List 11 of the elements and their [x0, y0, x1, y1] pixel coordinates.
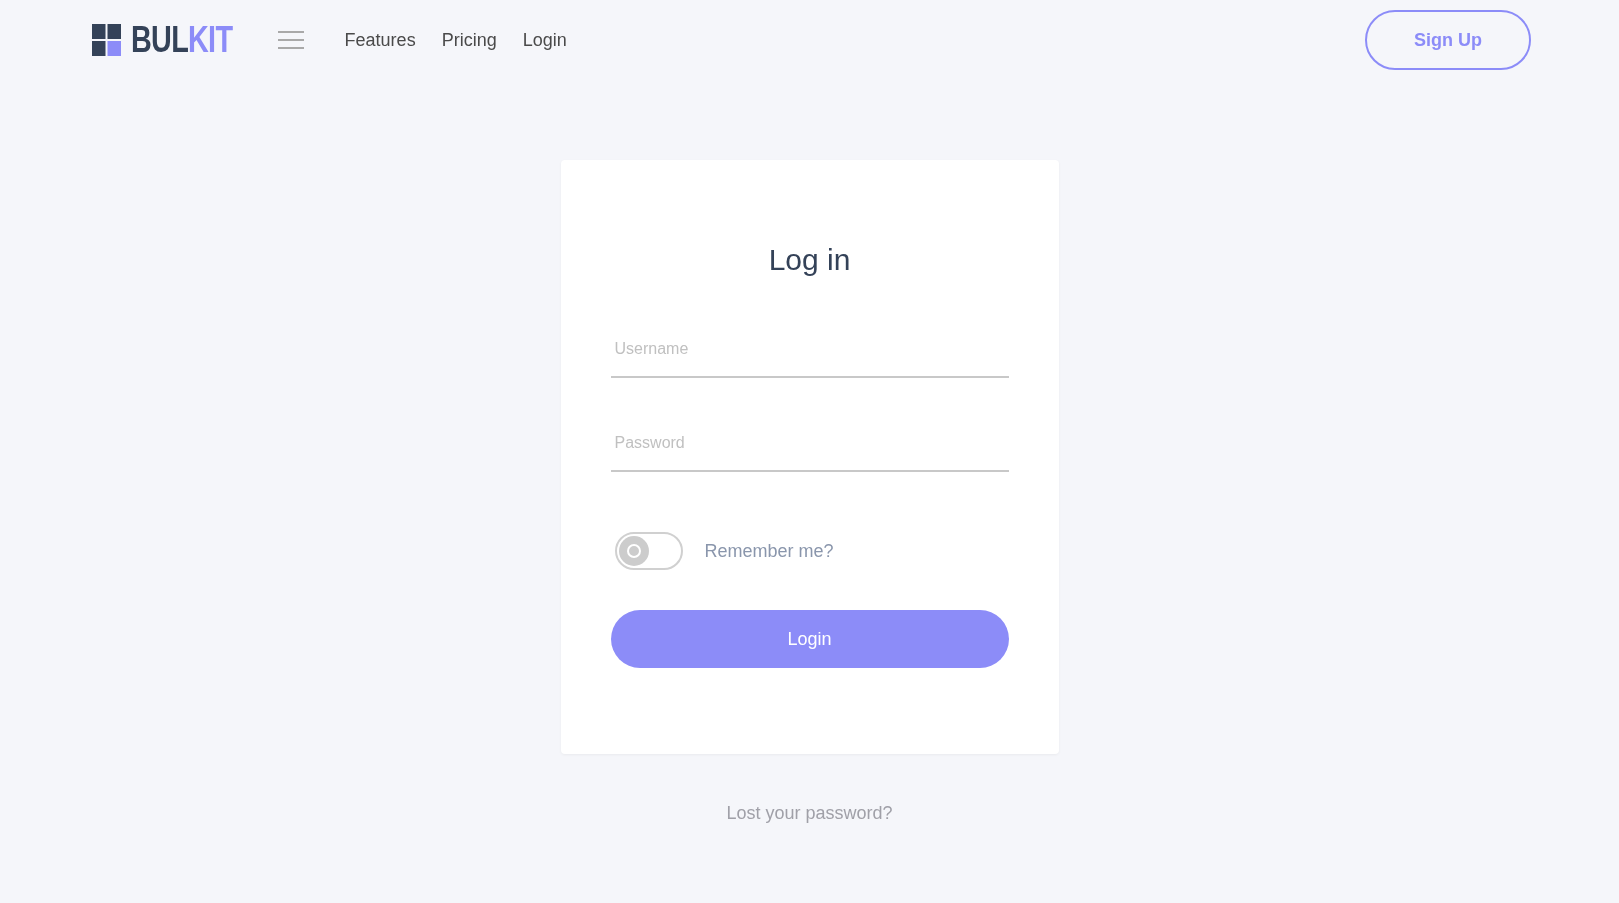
remember-label: Remember me? — [704, 539, 834, 563]
toggle-switch[interactable] — [614, 532, 683, 570]
nav-link[interactable]: Login — [522, 26, 567, 54]
text-field[interactable]: Password — [610, 416, 1009, 472]
card-title: Log in — [768, 242, 851, 278]
nav-link[interactable]: Features — [344, 26, 416, 54]
text-field[interactable]: Username — [610, 322, 1009, 378]
logo-text: BULKIT — [131, 22, 233, 58]
nav-link[interactable]: Pricing — [441, 26, 497, 54]
menu-icon[interactable] — [277, 31, 304, 49]
logo-icon — [92, 24, 121, 56]
